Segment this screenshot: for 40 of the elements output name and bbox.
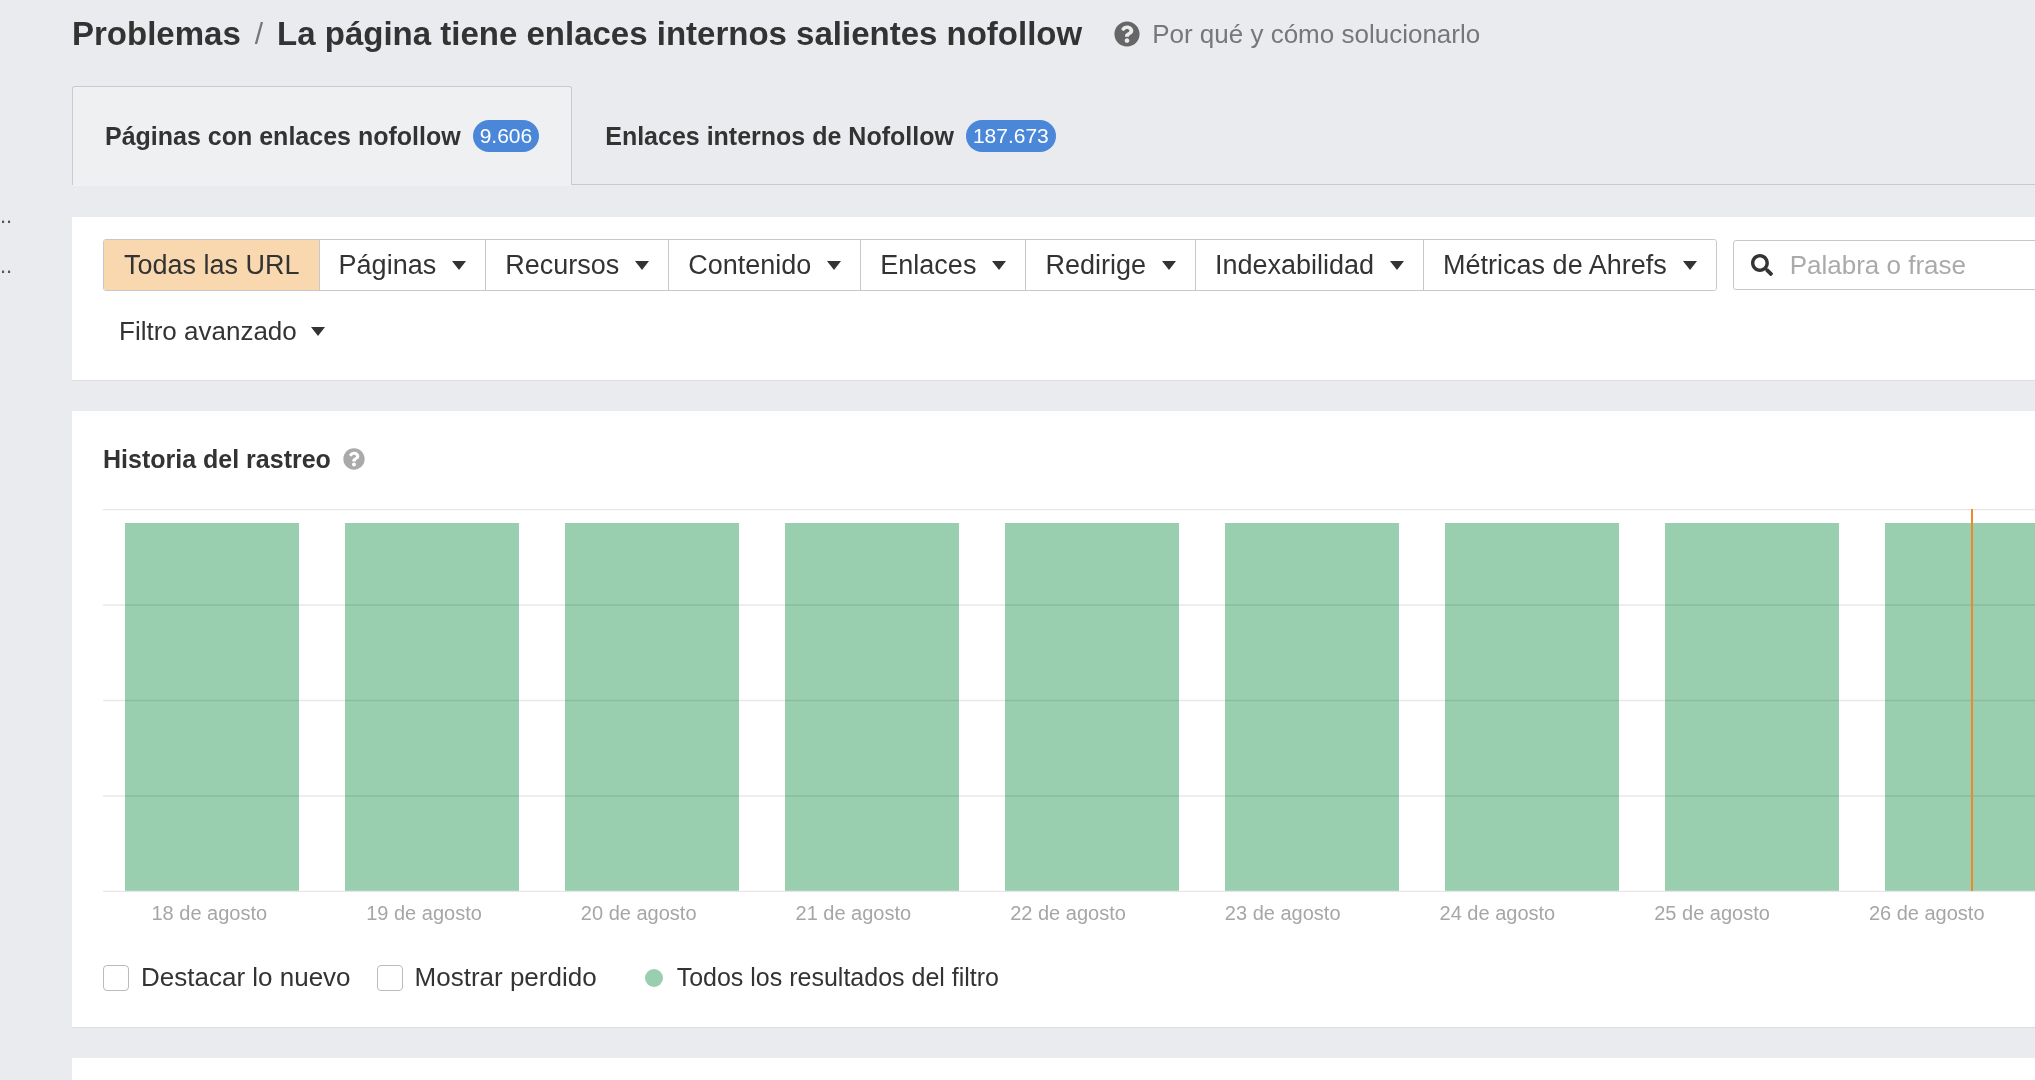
chart-title: Historia del rastreo [103,444,331,474]
tab[interactable]: Enlaces internos de Nofollow 187.673 [572,86,1089,185]
axis-label: 25 de agosto [1653,901,1771,925]
help-link[interactable]: Por qué y cómo solucionarlo [1114,18,1481,50]
legend-label: Todos los resultados del filtro [676,963,1000,992]
axis-label: 19 de agosto [365,901,483,925]
axis-label: 26 de agosto [1867,901,1986,925]
breadcrumb-separator: / [254,17,264,51]
count-badge: 187.673 [965,120,1056,152]
caret-icon [635,260,650,270]
axis-label: 20 de agosto [579,901,698,925]
caret-icon [827,260,842,270]
caret-icon [452,260,467,270]
caret-icon [992,260,1007,270]
search-icon [1750,254,1773,276]
help-icon [342,448,365,470]
caret-icon [1682,260,1697,270]
advanced-filter-button[interactable]: Filtro avanzado [103,309,341,353]
tab[interactable]: Páginas con enlaces nofollow 9.606 [72,86,573,185]
axis-label: 23 de agosto [1223,901,1342,925]
caret-icon [1390,260,1405,270]
axis-label: 22 de agosto [1009,901,1127,925]
search-field[interactable]: Palabra o frase [1732,240,2035,290]
breadcrumb-link[interactable]: Problemas [72,15,241,53]
page-title: La página tiene enlaces internos salientes nofollow [277,15,1083,53]
ellipsis-mark: .. [0,205,14,227]
count-badge: 9.606 [472,120,540,152]
filter-button[interactable]: Todas las URL [104,240,319,290]
filter-button[interactable]: Métricas de Ahrefs [1423,240,1716,290]
axis-label: 21 de agosto [794,901,913,925]
help-icon [1114,21,1141,47]
checkbox-option[interactable]: Mostrar perdido [376,962,597,993]
ellipsis-mark: .. [0,255,14,277]
caret-icon [1161,260,1176,270]
caret-icon [310,326,325,336]
checkbox-option[interactable]: Destacar lo nuevo [103,962,351,993]
checkbox[interactable] [376,964,403,991]
checkbox[interactable] [103,964,129,991]
axis-label: 18 de agosto [150,901,269,925]
axis-label: 24 de agosto [1438,901,1557,925]
